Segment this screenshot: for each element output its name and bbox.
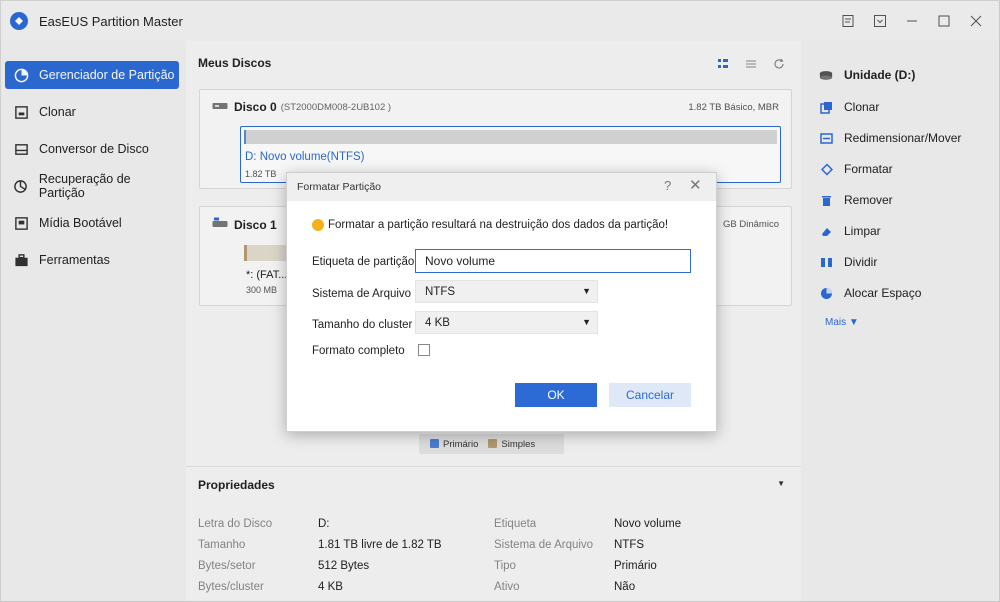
help-icon[interactable]: ? (664, 178, 671, 193)
filesystem-select[interactable]: NTFS ▼ (415, 280, 598, 303)
cancel-button[interactable]: Cancelar (609, 383, 691, 407)
chevron-down-icon: ▼ (582, 317, 591, 327)
partition-label-label: Etiqueta de partição (312, 256, 415, 268)
ok-button[interactable]: OK (515, 383, 597, 407)
partition-label-input[interactable] (415, 249, 691, 273)
dialog-title-bar: Formatar Partição ? ✕ (287, 173, 716, 201)
cluster-size-select[interactable]: 4 KB ▼ (415, 311, 598, 334)
dialog-title: Formatar Partição (297, 181, 382, 193)
full-format-label: Formato completo (312, 345, 405, 357)
full-format-checkbox[interactable] (418, 344, 430, 356)
warning-message: Formatar a partição resultará na destrui… (312, 219, 668, 231)
warning-icon (312, 219, 324, 231)
close-icon[interactable]: ✕ (689, 176, 702, 194)
cluster-size-label: Tamanho do cluster (312, 319, 413, 331)
filesystem-label: Sistema de Arquivo (312, 288, 412, 300)
format-partition-dialog: Formatar Partição ? ✕ Formatar a partiçã… (286, 172, 717, 432)
app-window: EasEUS Partition Master Gerenciador de P… (0, 0, 1000, 602)
chevron-down-icon: ▼ (582, 286, 591, 296)
